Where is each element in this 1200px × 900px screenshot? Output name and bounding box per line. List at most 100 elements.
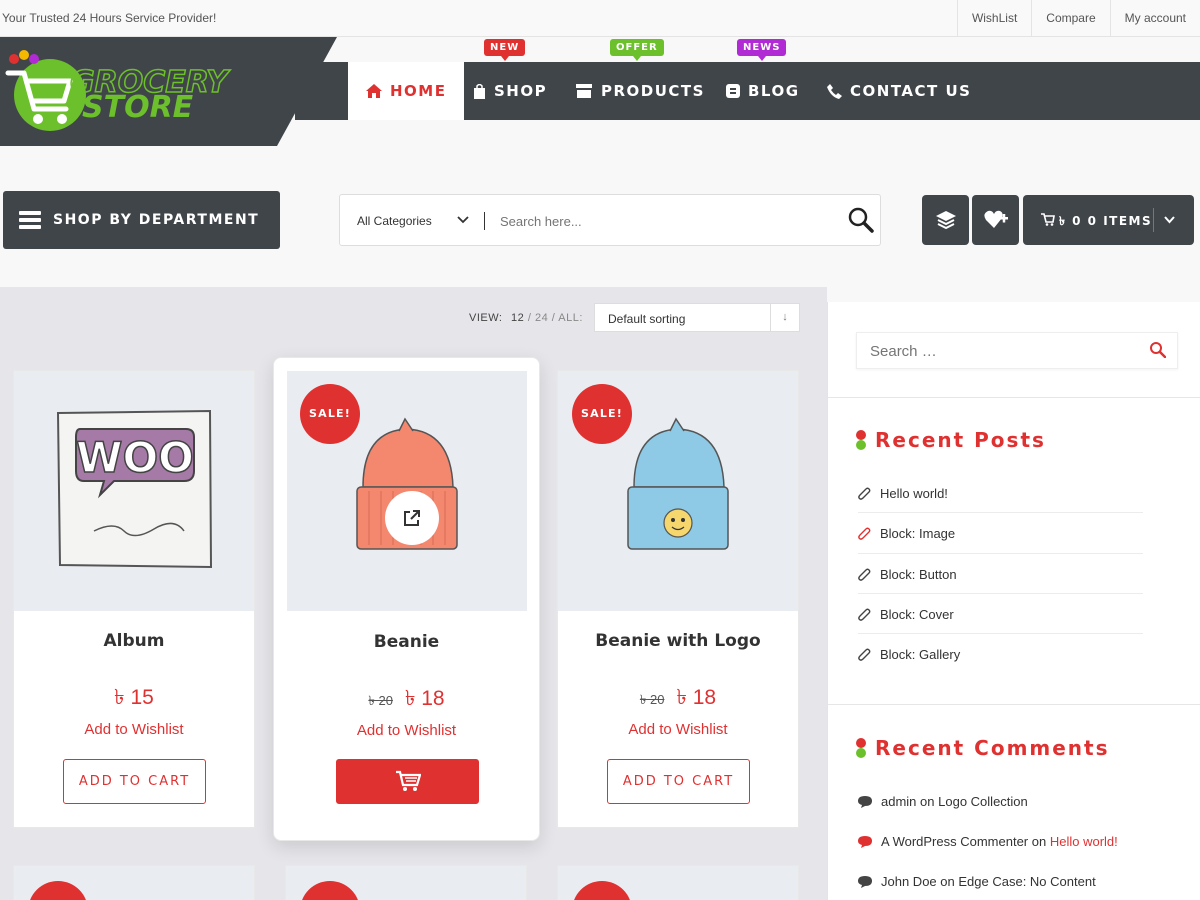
search-input[interactable] — [500, 207, 820, 235]
view-options[interactable]: / 24 / ALL: — [528, 312, 583, 324]
badge-news: NEWS — [737, 39, 787, 61]
cart-button[interactable]: ৳ 0 0 ITEMS — [1023, 195, 1194, 245]
nav-contact[interactable]: CONTACT US — [827, 62, 971, 120]
nav-home[interactable]: HOME — [348, 62, 465, 120]
product-title[interactable]: Beanie with Logo — [558, 631, 798, 651]
paperclip-icon — [858, 527, 871, 540]
comment-post-link[interactable]: Logo Collection — [938, 794, 1028, 809]
title-dots-icon — [856, 738, 866, 758]
old-price: ৳ 20 — [639, 692, 665, 707]
category-select[interactable]: All Categories — [357, 214, 432, 228]
sort-select[interactable]: Default sorting ↓ — [594, 303, 800, 332]
add-to-cart-button[interactable]: ADD TO CART — [63, 759, 206, 804]
cart-label: ৳ 0 0 ITEMS — [1059, 214, 1153, 228]
comment-icon — [858, 875, 872, 888]
wishlist-button[interactable] — [972, 195, 1019, 245]
shop-by-department-button[interactable]: SHOP BY DEPARTMENT — [3, 191, 280, 249]
divider — [484, 212, 485, 230]
hamburger-icon — [19, 211, 41, 229]
product-image[interactable]: SALE! — [287, 371, 527, 611]
store-icon — [576, 84, 592, 98]
quick-view-button[interactable] — [385, 491, 439, 545]
product-image[interactable] — [14, 866, 254, 900]
nav-shop[interactable]: SHOP — [473, 62, 547, 120]
add-to-wishlist-link[interactable]: Add to Wishlist — [558, 721, 798, 738]
paperclip-icon — [858, 608, 871, 621]
nav-contact-label: CONTACT US — [850, 82, 972, 100]
paperclip-icon — [858, 568, 871, 581]
product-card[interactable] — [13, 865, 255, 900]
divider — [1153, 208, 1154, 232]
list-item[interactable]: Block: Button — [858, 567, 1143, 582]
comment-post-link[interactable]: Edge Case: No Content — [958, 874, 1095, 889]
comment-post-link[interactable]: Hello world! — [1050, 834, 1118, 849]
album-image: WOO — [56, 409, 213, 569]
divider — [858, 512, 1143, 513]
recent-comments-title: Recent Comments — [875, 736, 1110, 760]
product-price: ৳ 20 ৳ 18 — [368, 687, 445, 710]
product-title[interactable]: Beanie — [274, 632, 539, 652]
divider — [858, 553, 1143, 554]
search-icon[interactable] — [1149, 341, 1166, 358]
shopping-bag-icon — [474, 83, 485, 99]
header: GROCERY STORE HOME SHOP PRODUCTS BLOG CO… — [0, 37, 1200, 287]
product-image[interactable] — [286, 866, 526, 900]
list-item[interactable]: Block: Cover — [858, 607, 1143, 622]
recent-posts-title: Recent Posts — [875, 428, 1046, 452]
wishlist-link[interactable]: WishList — [956, 0, 1031, 37]
top-links: WishList Compare My account — [956, 0, 1200, 37]
add-to-wishlist-link[interactable]: Add to Wishlist — [274, 722, 539, 739]
heart-plus-icon — [983, 210, 1008, 228]
product-title[interactable]: Album — [14, 631, 254, 651]
phone-icon — [827, 83, 842, 99]
product-card[interactable] — [557, 865, 799, 900]
list-item[interactable]: Hello world! — [858, 486, 1143, 501]
sidebar: Recent Posts Hello world! Block: Image B… — [827, 302, 1200, 900]
main-nav: HOME SHOP PRODUCTS BLOG CONTACT US — [295, 62, 1200, 120]
view-selector: VIEW: 12 / 24 / ALL: — [469, 312, 583, 324]
blogger-icon — [726, 84, 740, 98]
add-to-wishlist-link[interactable]: Add to Wishlist — [14, 721, 254, 738]
sale-badge — [300, 881, 360, 900]
sale-badge: SALE! — [300, 384, 360, 444]
search-icon[interactable] — [848, 207, 874, 233]
home-icon — [366, 84, 382, 98]
logo[interactable]: GROCERY STORE — [0, 37, 340, 146]
nav-blog-label: BLOG — [748, 82, 800, 100]
product-image[interactable] — [558, 866, 798, 900]
product-card[interactable]: SALE! Beanie with Logo ৳ 20 ৳ 18 Add to W… — [557, 370, 799, 828]
badge-new: NEW — [484, 39, 526, 61]
cart-icon — [395, 770, 421, 791]
product-card[interactable]: SALE! Beanie ৳ 20 ৳ 18 Add to Wishlist — [273, 357, 540, 841]
comment-author[interactable]: John Doe — [881, 874, 937, 889]
comment-icon — [858, 795, 872, 808]
product-price: ৳ 20 ৳ 18 — [639, 686, 717, 709]
cart-icon — [1041, 213, 1055, 226]
product-grid-area: VIEW: 12 / 24 / ALL: Default sorting ↓ W… — [0, 287, 827, 900]
nav-products[interactable]: PRODUCTS — [575, 62, 705, 120]
sidebar-search-input[interactable] — [870, 341, 1130, 361]
external-link-icon — [404, 510, 420, 526]
product-image[interactable]: SALE! — [558, 371, 798, 611]
comment-author[interactable]: admin — [881, 794, 916, 809]
nav-blog[interactable]: BLOG — [726, 62, 800, 120]
my-account-link[interactable]: My account — [1109, 0, 1200, 37]
compare-link[interactable]: Compare — [1031, 0, 1109, 37]
compare-button[interactable] — [922, 195, 969, 245]
add-to-cart-button[interactable] — [336, 759, 479, 804]
chevron-down-icon[interactable] — [457, 216, 469, 224]
product-card[interactable] — [285, 865, 527, 900]
divider — [828, 397, 1200, 398]
list-item[interactable]: Block: Gallery — [858, 647, 1143, 662]
product-card[interactable]: WOO Album ৳ 15 Add to Wishlist ADD TO CA… — [13, 370, 255, 828]
sidebar-search — [856, 332, 1178, 369]
product-image[interactable]: WOO — [14, 371, 254, 611]
list-item[interactable]: Block: Image — [858, 526, 1143, 541]
tagline: Your Trusted 24 Hours Service Provider! — [2, 11, 217, 25]
sale-badge — [572, 881, 632, 900]
add-to-cart-button[interactable]: ADD TO CART — [607, 759, 750, 804]
comment-author[interactable]: A WordPress Commenter — [881, 834, 1028, 849]
product-search: All Categories — [339, 194, 881, 246]
view-12[interactable]: 12 — [511, 312, 524, 324]
nav-shop-label: SHOP — [494, 82, 548, 100]
